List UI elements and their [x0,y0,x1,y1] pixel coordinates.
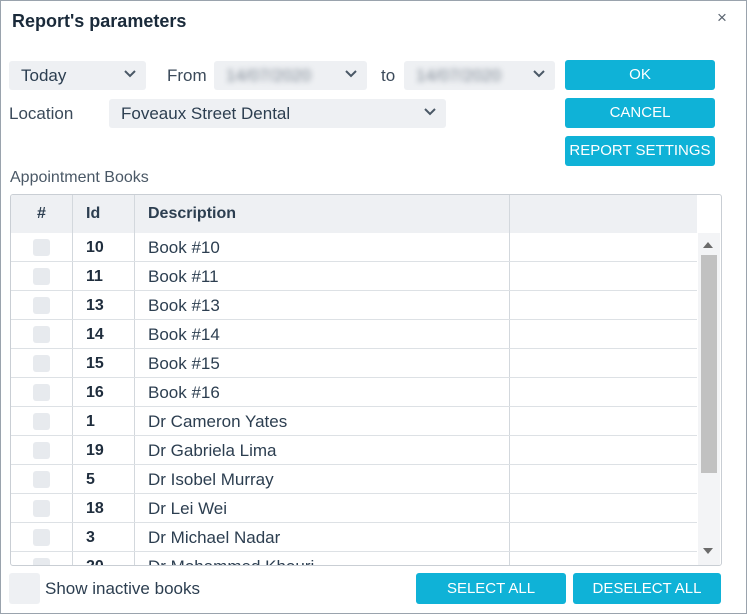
chevron-down-icon [533,70,545,78]
row-checkbox[interactable] [33,326,50,343]
row-description: Book #13 [148,296,220,315]
chevron-down-icon [424,108,436,116]
to-label: to [381,66,396,85]
to-date-select[interactable]: 14/07/2020 [404,61,555,90]
row-description: Dr Lei Wei [148,499,228,518]
to-date-value: 14/07/2020 [416,66,502,85]
row-checkbox[interactable] [33,500,50,517]
row-id: 15 [86,355,104,372]
row-id: 14 [86,326,104,343]
report-parameters-dialog: Report's parameters × Today From 14/07/2… [0,0,747,614]
chevron-down-icon [124,70,136,78]
from-date-select[interactable]: 14/07/2020 [214,61,367,90]
period-select[interactable]: Today [9,61,146,90]
row-id: 1 [86,413,95,430]
row-description: Dr Cameron Yates [148,412,288,431]
report-settings-button[interactable]: REPORT SETTINGS [565,136,715,166]
row-checkbox[interactable] [33,413,50,430]
row-description: Dr Mohammed Khouri [148,552,314,565]
table-body: 10 Book #10 11 Book #11 13 Book #13 14 Book #14… [11,233,697,565]
appointment-books-label: Appointment Books [10,169,149,186]
table-header: # Id Description [11,195,697,233]
table-row[interactable]: 1 Dr Cameron Yates [11,407,697,436]
table-row[interactable]: 15 Book #15 [11,349,697,378]
column-header-id[interactable]: Id [86,195,100,233]
vertical-scrollbar[interactable] [698,233,720,565]
table-row[interactable]: 19 Dr Gabriela Lima [11,436,697,465]
row-id: 20 [86,552,104,565]
row-checkbox[interactable] [33,442,50,459]
select-all-button[interactable]: SELECT ALL [416,573,566,604]
show-inactive-label: Show inactive books [45,579,200,598]
row-id: 16 [86,384,104,401]
row-checkbox[interactable] [33,297,50,314]
table-row[interactable]: 10 Book #10 [11,233,697,262]
row-description: Dr Isobel Murray [148,470,274,489]
row-description: Dr Gabriela Lima [148,441,277,460]
row-description: Book #10 [148,238,220,257]
period-select-value: Today [21,66,67,85]
row-id: 13 [86,297,104,314]
deselect-all-button[interactable]: DESELECT ALL [573,573,721,604]
row-id: 18 [86,500,104,517]
location-label: Location [9,104,74,123]
table-row[interactable]: 13 Book #13 [11,291,697,320]
row-checkbox[interactable] [33,239,50,256]
row-description: Book #11 [148,267,219,286]
dialog-title: Report's parameters [12,11,187,31]
column-header-number[interactable]: # [11,195,72,233]
row-description: Dr Michael Nadar [148,528,281,547]
row-checkbox[interactable] [33,355,50,372]
row-id: 19 [86,442,104,459]
appointment-books-table: # Id Description 10 Book #10 11 Book #11 13 B… [10,194,722,566]
scroll-down-arrow-icon[interactable] [703,548,713,554]
table-row[interactable]: 18 Dr Lei Wei [11,494,697,523]
row-description: Book #15 [148,354,220,373]
row-description: Book #16 [148,383,220,402]
location-select[interactable]: Foveaux Street Dental [109,99,446,128]
row-description: Book #14 [148,325,220,344]
row-checkbox[interactable] [33,471,50,488]
cancel-button[interactable]: CANCEL [565,98,715,128]
ok-button[interactable]: OK [565,60,715,90]
location-select-value: Foveaux Street Dental [121,104,291,123]
row-checkbox[interactable] [33,384,50,401]
row-id: 3 [86,529,95,546]
table-row[interactable]: 5 Dr Isobel Murray [11,465,697,494]
show-inactive-checkbox[interactable] [9,573,40,604]
row-id: 10 [86,239,104,256]
scroll-up-arrow-icon[interactable] [703,242,713,248]
row-id: 5 [86,471,95,488]
table-row[interactable]: 3 Dr Michael Nadar [11,523,697,552]
close-icon[interactable]: × [717,9,727,27]
table-row[interactable]: 11 Book #11 [11,262,697,291]
from-label: From [167,66,207,85]
scrollbar-thumb[interactable] [701,255,717,473]
row-checkbox[interactable] [33,268,50,285]
column-header-description[interactable]: Description [148,195,236,233]
row-checkbox[interactable] [33,529,50,546]
table-row[interactable]: 14 Book #14 [11,320,697,349]
chevron-down-icon [345,70,357,78]
table-row[interactable]: 16 Book #16 [11,378,697,407]
row-id: 11 [86,268,103,285]
from-date-value: 14/07/2020 [226,66,312,85]
row-checkbox[interactable] [33,558,50,565]
table-row[interactable]: 20 Dr Mohammed Khouri [11,552,697,565]
